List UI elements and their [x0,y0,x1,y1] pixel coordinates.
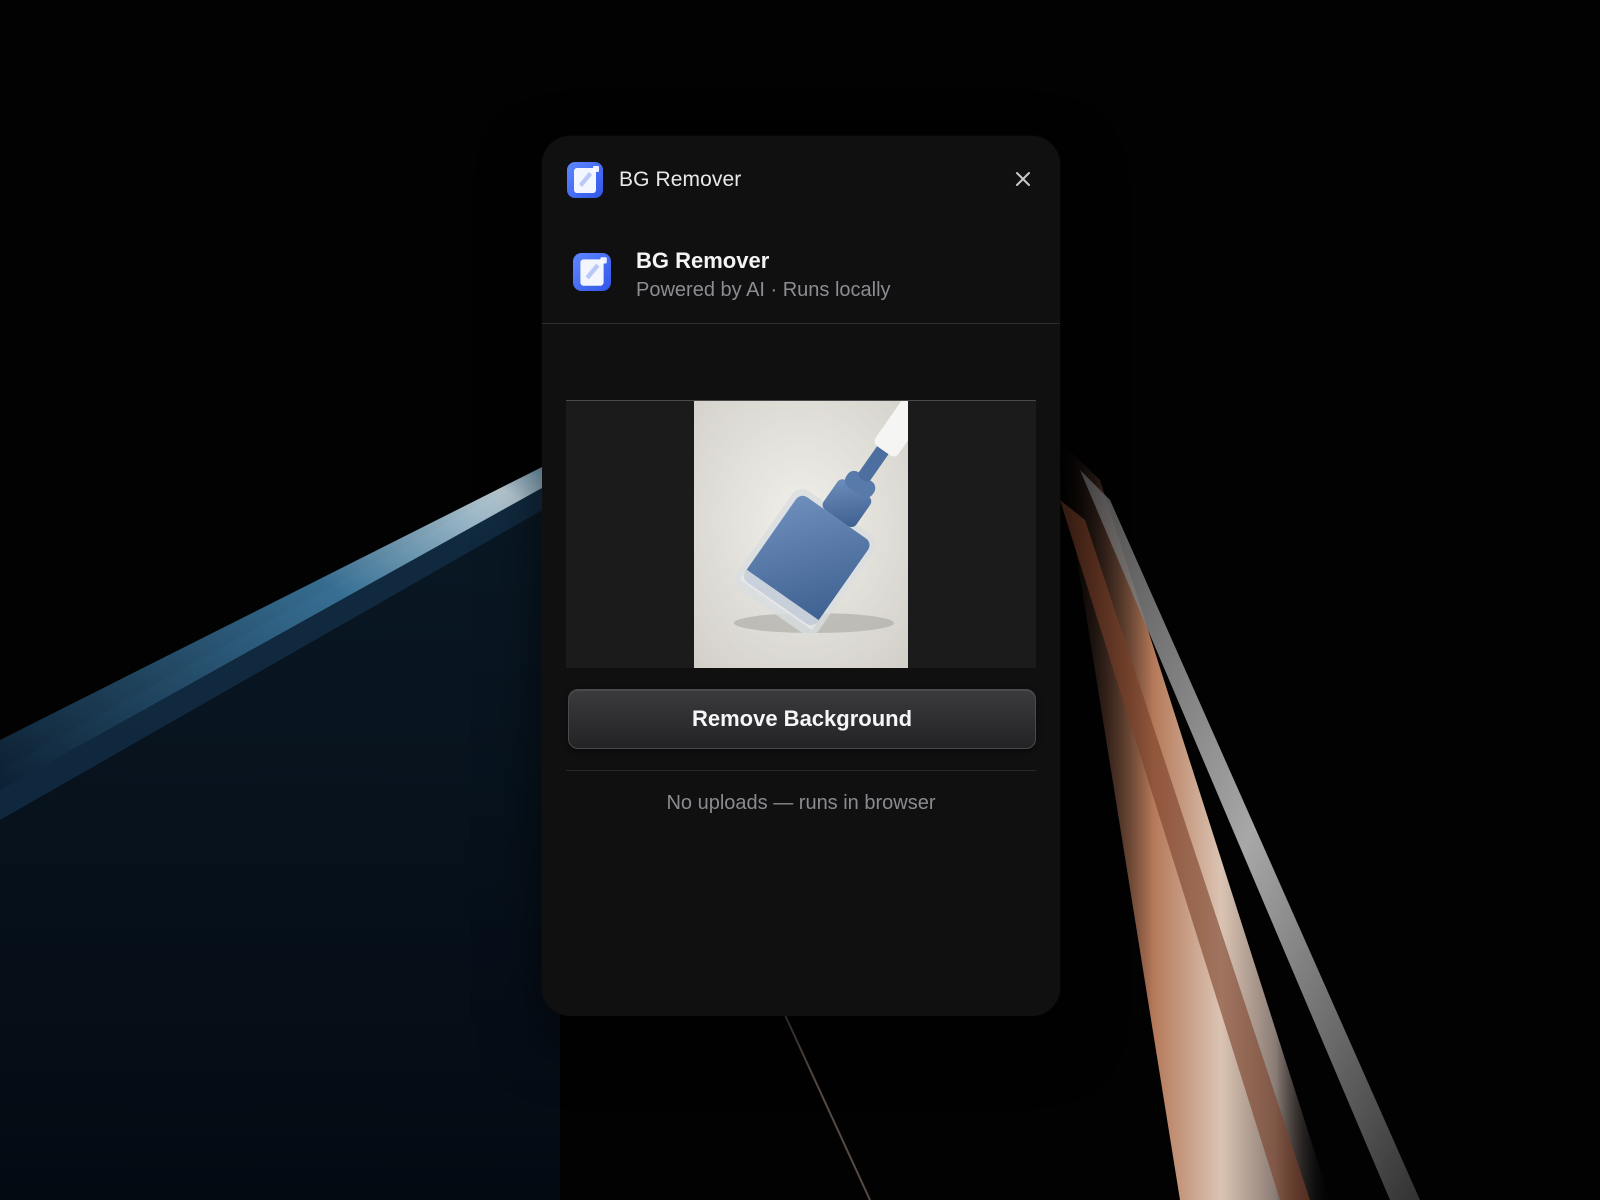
footer-divider [566,770,1036,771]
preview-image [694,401,908,668]
close-icon [1016,172,1030,186]
app-icon-large [573,253,611,291]
app-subtitle: Powered by AI · Runs locally [636,279,891,301]
header-divider [542,323,1060,324]
popup-titlebar: BG Remover [542,136,1060,222]
app-icon [567,162,603,198]
remove-background-button[interactable]: Remove Background [568,689,1036,749]
footer-note: No uploads — runs in browser [666,792,936,814]
app-name: BG Remover [636,248,770,273]
bg-remover-popup: BG Remover BG Remover Powered by AI · Ru… [542,136,1060,1016]
image-preview [566,400,1036,668]
window-title: BG Remover [619,168,742,191]
close-button[interactable] [1008,164,1038,194]
